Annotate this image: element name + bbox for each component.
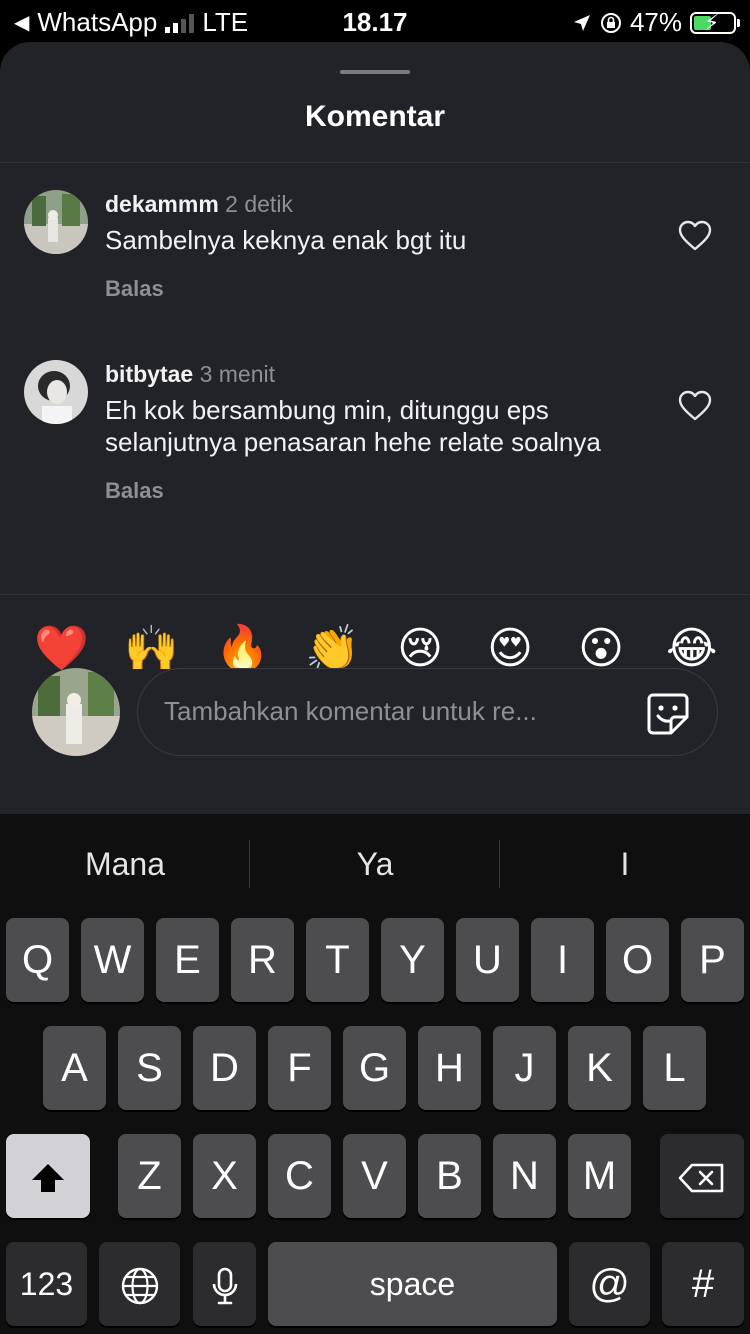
- comment-text: Eh kok bersambung min, ditunggu eps sela…: [105, 395, 601, 457]
- sticker-icon[interactable]: [645, 691, 691, 737]
- comment-time: 3 menit: [199, 361, 276, 387]
- comment-input-placeholder: Tambahkan komentar untuk re...: [164, 696, 537, 726]
- key-f[interactable]: F: [268, 1026, 331, 1110]
- space-key[interactable]: space: [268, 1242, 557, 1326]
- comment-body: bitbytae 3 menit Eh kok bersambung min, …: [105, 360, 635, 504]
- globe-key[interactable]: [99, 1242, 180, 1326]
- key-p[interactable]: P: [681, 918, 744, 1002]
- key-v[interactable]: V: [343, 1134, 406, 1218]
- key-e[interactable]: E: [156, 918, 219, 1002]
- comment-header: dekammm 2 detik: [105, 190, 635, 218]
- comments-sheet: Komentar dekammm 2 detik Sambelnya kekny…: [0, 42, 750, 814]
- key-d[interactable]: D: [193, 1026, 256, 1110]
- emoji-crying[interactable]: 😢: [395, 624, 445, 674]
- my-avatar: [32, 668, 120, 756]
- emoji-clap[interactable]: 👏: [305, 624, 360, 674]
- emoji-heart[interactable]: ❤️: [34, 624, 89, 674]
- comment-username[interactable]: bitbytae: [105, 361, 193, 387]
- reply-button[interactable]: Balas: [105, 276, 635, 302]
- key-x[interactable]: X: [193, 1134, 256, 1218]
- key-w[interactable]: W: [81, 918, 144, 1002]
- avatar[interactable]: [24, 360, 88, 424]
- suggestion-item[interactable]: Ya: [250, 846, 500, 883]
- key-m[interactable]: M: [568, 1134, 631, 1218]
- dictation-key[interactable]: [193, 1242, 256, 1326]
- comment-time: 2 detik: [225, 191, 293, 217]
- key-y[interactable]: Y: [381, 918, 444, 1002]
- reply-button[interactable]: Balas: [105, 478, 635, 504]
- emoji-surprised[interactable]: 😮: [576, 624, 626, 674]
- key-i[interactable]: I: [531, 918, 594, 1002]
- backspace-icon: [678, 1164, 724, 1193]
- comment-body: dekammm 2 detik Sambelnya keknya enak bg…: [105, 190, 635, 302]
- backspace-key[interactable]: [660, 1134, 744, 1218]
- key-l[interactable]: L: [643, 1026, 706, 1110]
- heart-icon[interactable]: [678, 390, 712, 422]
- shift-key[interactable]: [6, 1134, 90, 1218]
- battery-percent: 47%: [629, 7, 682, 37]
- suggestion-bar: Mana Ya I: [0, 814, 750, 914]
- keyboard: Mana Ya I Q W E R T Y U I O P A S D F G …: [0, 814, 750, 1334]
- sheet-title: Komentar: [304, 100, 446, 133]
- hash-key[interactable]: #: [662, 1242, 744, 1326]
- key-o[interactable]: O: [606, 918, 669, 1002]
- key-q[interactable]: Q: [6, 918, 69, 1002]
- sheet-grabber[interactable]: [340, 70, 410, 74]
- emoji-raised-hands[interactable]: 🙌: [124, 624, 179, 674]
- comment-username[interactable]: dekammm: [105, 191, 219, 217]
- key-b[interactable]: B: [418, 1134, 481, 1218]
- key-c[interactable]: C: [268, 1134, 331, 1218]
- battery-icon: ⚡: [690, 10, 740, 35]
- emoji-laughing[interactable]: 😂: [666, 624, 717, 674]
- numbers-key[interactable]: 123: [6, 1242, 87, 1326]
- key-z[interactable]: Z: [118, 1134, 181, 1218]
- key-r[interactable]: R: [231, 918, 294, 1002]
- orientation-lock-icon: [600, 12, 621, 33]
- heart-icon[interactable]: [678, 220, 712, 252]
- key-k[interactable]: K: [568, 1026, 631, 1110]
- suggestion-item[interactable]: Mana: [0, 846, 250, 883]
- key-s[interactable]: S: [118, 1026, 181, 1110]
- key-u[interactable]: U: [456, 918, 519, 1002]
- suggestion-item[interactable]: I: [500, 846, 750, 883]
- key-n[interactable]: N: [493, 1134, 556, 1218]
- key-h[interactable]: H: [418, 1026, 481, 1110]
- at-key[interactable]: @: [569, 1242, 650, 1326]
- shift-icon: [32, 1164, 64, 1193]
- emoji-divider: [0, 594, 750, 595]
- key-g[interactable]: G: [343, 1026, 406, 1110]
- emoji-heart-eyes[interactable]: 😍: [485, 624, 535, 674]
- avatar[interactable]: [24, 190, 88, 254]
- key-j[interactable]: J: [493, 1026, 556, 1110]
- emoji-fire[interactable]: 🔥: [215, 624, 270, 674]
- key-a[interactable]: A: [43, 1026, 106, 1110]
- microphone-icon: [212, 1268, 237, 1305]
- status-right: 47% ⚡: [572, 7, 740, 38]
- location-icon: [573, 14, 590, 31]
- comment-input[interactable]: Tambahkan komentar untuk re...: [137, 668, 718, 756]
- key-t[interactable]: T: [306, 918, 369, 1002]
- globe-icon: [121, 1268, 158, 1305]
- status-bar: ◀ WhatsApp LTE 18.17 47% ⚡: [0, 0, 750, 42]
- comment-header: bitbytae 3 menit: [105, 360, 635, 388]
- comment-text: Sambelnya keknya enak bgt itu: [105, 225, 467, 255]
- header-divider: [0, 162, 750, 163]
